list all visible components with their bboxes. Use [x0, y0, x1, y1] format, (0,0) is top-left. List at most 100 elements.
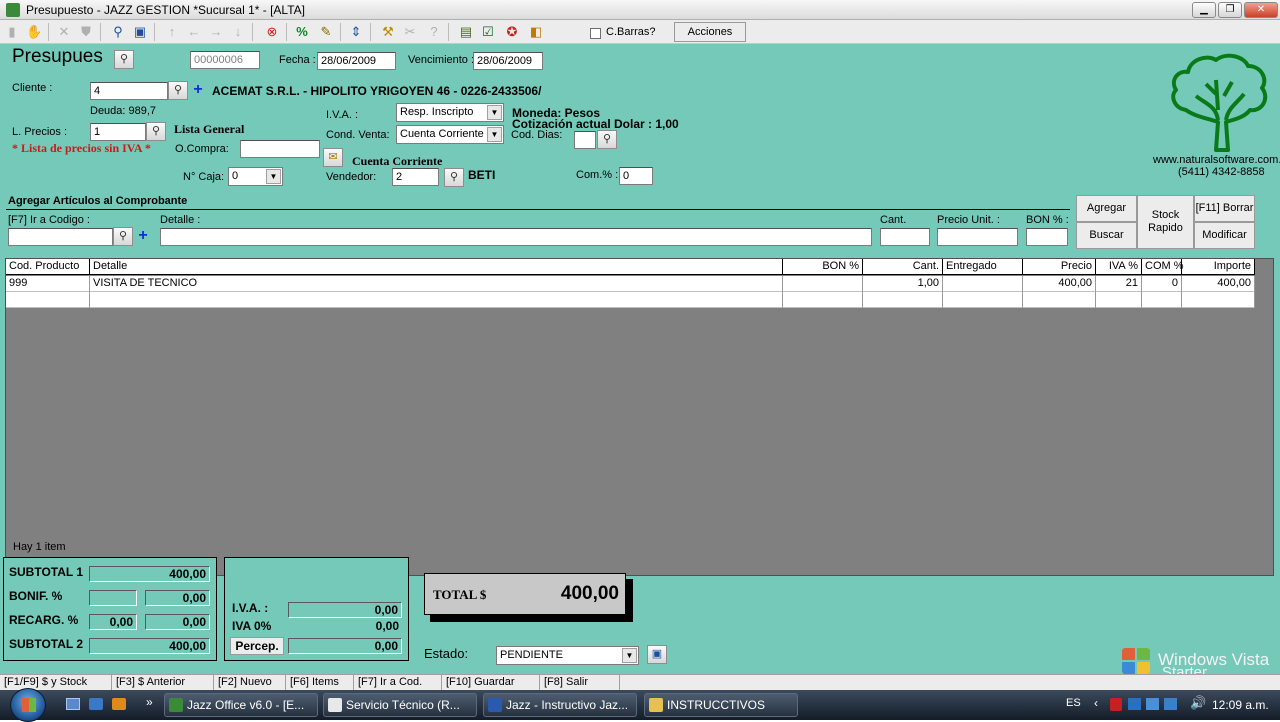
code-field[interactable] — [8, 228, 113, 246]
start-button[interactable] — [10, 688, 46, 722]
add-client-icon[interactable]: + — [189, 81, 207, 99]
precio-field[interactable] — [937, 228, 1018, 246]
cell-bon[interactable] — [783, 276, 863, 292]
percent-icon[interactable]: % — [294, 24, 310, 40]
save-icon[interactable]: ▣ — [132, 24, 148, 40]
network-icon[interactable] — [1128, 698, 1141, 710]
clock[interactable]: 12:09 a.m. — [1212, 698, 1269, 712]
cell-precio[interactable]: 400,00 — [1023, 276, 1096, 292]
checklist-icon[interactable]: ☑ — [480, 24, 496, 40]
title-search-button[interactable]: ⚲ — [114, 50, 134, 69]
chevron-down-icon[interactable]: ▼ — [622, 648, 637, 663]
chevron-down-icon[interactable]: ▼ — [487, 127, 502, 142]
cell-importe[interactable] — [1182, 292, 1255, 308]
cell-bon[interactable] — [783, 292, 863, 308]
maximize-button[interactable]: ❐ — [1218, 2, 1242, 18]
close-button[interactable]: ✕ — [1244, 2, 1278, 18]
cliente-code-field[interactable]: 4 — [90, 82, 168, 100]
cod-dias-field[interactable] — [574, 131, 596, 149]
bonif-pct-field[interactable] — [89, 590, 137, 606]
network2-icon[interactable] — [1164, 698, 1177, 710]
column-header-iva[interactable]: IVA % — [1096, 259, 1142, 275]
lang-indicator[interactable]: ES — [1066, 697, 1081, 709]
media-player-icon[interactable] — [112, 698, 126, 710]
volume-icon[interactable]: 🔊 — [1190, 695, 1206, 711]
arrow-down-icon[interactable]: ↓ — [230, 24, 246, 40]
cell-com[interactable] — [1142, 292, 1182, 308]
expand-icon[interactable]: ⇕ — [348, 24, 364, 40]
arrow-left-icon[interactable]: ← — [186, 24, 202, 40]
taskbar-item[interactable]: Jazz Office v6.0 - [E... — [164, 693, 318, 717]
lprecios-search-button[interactable]: ⚲ — [146, 122, 166, 141]
agregar-button[interactable]: Agregar — [1076, 195, 1137, 222]
table-row[interactable] — [6, 292, 1255, 308]
help-icon[interactable]: ? — [426, 24, 442, 40]
cliente-search-button[interactable]: ⚲ — [168, 81, 188, 100]
scissors-icon[interactable]: ✂ — [402, 24, 418, 40]
bon-field[interactable] — [1026, 228, 1068, 246]
estado-save-button[interactable]: ▣ — [647, 645, 667, 664]
tools-icon[interactable]: ✎ — [318, 24, 334, 40]
magnifier-icon[interactable]: ⚲ — [110, 24, 126, 40]
estado-select[interactable]: PENDIENTE ▼ — [496, 646, 639, 665]
iva-select[interactable]: Resp. Inscripto ▼ — [396, 103, 504, 122]
column-header-detalle[interactable]: Detalle — [90, 259, 783, 275]
cell-detalle[interactable]: VISITA DE TECNICO — [90, 276, 783, 292]
arrow-up-icon[interactable]: ↑ — [164, 24, 180, 40]
ocompra-calendar-button[interactable]: ✉ — [323, 148, 343, 167]
column-header-bon[interactable]: BON % — [783, 259, 863, 275]
fecha-field[interactable]: 28/06/2009 — [317, 52, 396, 70]
ocompra-field[interactable] — [240, 140, 320, 158]
quick-launch-more-icon[interactable]: » — [146, 695, 153, 709]
acciones-button[interactable]: Acciones — [674, 22, 746, 42]
tray-expand-icon[interactable]: ‹ — [1094, 696, 1098, 710]
cancel-icon[interactable]: ⊗ — [264, 24, 280, 40]
code-search-button[interactable]: ⚲ — [113, 227, 133, 246]
cell-entregado[interactable] — [943, 276, 1023, 292]
security-alert-icon[interactable] — [1110, 698, 1122, 711]
com-field[interactable]: 0 — [619, 167, 653, 185]
lifebuoy-icon[interactable]: ✪ — [504, 24, 520, 40]
cell-detalle[interactable] — [90, 292, 783, 308]
taskbar-item[interactable]: INSTRUCCTIVOS — [644, 693, 798, 717]
export-icon[interactable]: ◧ — [528, 24, 544, 40]
cond-venta-select[interactable]: Cuenta Corriente ▼ — [396, 125, 504, 144]
cell-cant[interactable]: 1,00 — [863, 276, 943, 292]
budget-number-field[interactable]: 00000006 — [190, 51, 260, 69]
cell-importe[interactable]: 400,00 — [1182, 276, 1255, 292]
cell-cod-producto[interactable]: 999 — [6, 276, 90, 292]
stock-rapido-button[interactable]: Stock Rapido — [1137, 195, 1194, 249]
column-header-importe[interactable]: Importe — [1182, 259, 1255, 275]
cut-icon[interactable]: ✕ — [56, 24, 72, 40]
show-desktop-icon[interactable] — [66, 698, 80, 710]
cod-dias-search-button[interactable]: ⚲ — [597, 130, 617, 149]
column-header-com[interactable]: COM % — [1142, 259, 1184, 275]
cbarras-checkbox[interactable] — [590, 28, 601, 39]
percep-button[interactable]: Percep. — [230, 637, 284, 655]
new-doc-icon[interactable]: ▮ — [4, 24, 20, 40]
taskbar-item[interactable]: Servicio Técnico (R... — [323, 693, 477, 717]
taskbar-item[interactable]: Jazz - Instructivo Jaz... — [483, 693, 637, 717]
modificar-button[interactable]: Modificar — [1194, 222, 1255, 249]
cell-entregado[interactable] — [943, 292, 1023, 308]
lprecios-field[interactable]: 1 — [90, 123, 146, 141]
cell-precio[interactable] — [1023, 292, 1096, 308]
vendedor-field[interactable]: 2 — [392, 168, 439, 186]
cell-cant[interactable] — [863, 292, 943, 308]
handshake-icon[interactable]: ⚒ — [380, 24, 396, 40]
chevron-down-icon[interactable]: ▼ — [266, 169, 281, 184]
shield-icon[interactable]: ⛊ — [78, 24, 94, 40]
column-header-cant[interactable]: Cant. — [863, 259, 943, 275]
caja-select[interactable]: 0 ▼ — [228, 167, 283, 186]
hand-icon[interactable]: ✋ — [26, 24, 42, 40]
cell-iva[interactable] — [1096, 292, 1142, 308]
arrow-right-icon[interactable]: → — [208, 24, 224, 40]
minimize-button[interactable]: ▁ — [1192, 2, 1216, 18]
recarg-pct-field[interactable]: 0,00 — [89, 614, 137, 630]
items-grid[interactable]: Cod. Producto Detalle BON % Cant. Entregado P… — [5, 258, 1274, 576]
cant-field[interactable] — [880, 228, 930, 246]
table-row[interactable]: 999 VISITA DE TECNICO 1,00 400,00 21 0 400,00 — [6, 276, 1255, 292]
connection-icon[interactable] — [1146, 698, 1159, 710]
buscar-button[interactable]: Buscar — [1076, 222, 1137, 249]
cell-cod-producto[interactable] — [6, 292, 90, 308]
